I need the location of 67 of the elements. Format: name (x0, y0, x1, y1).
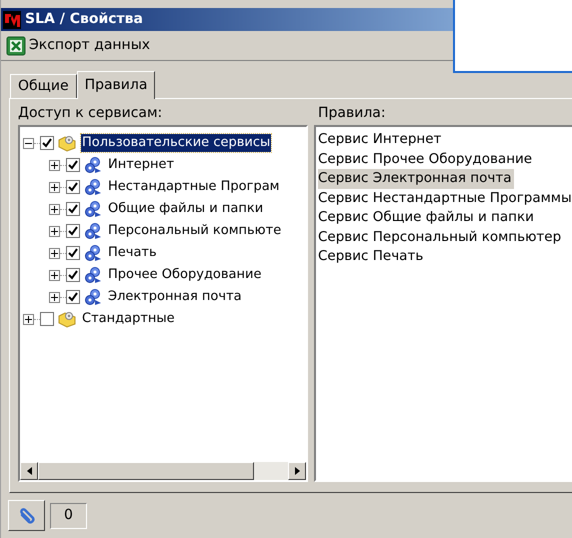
rule-item[interactable]: Сервис Прочее Оборудование (318, 150, 534, 169)
rules-label: Правила: (317, 104, 387, 123)
plus-icon (51, 250, 58, 256)
gears-icon (84, 200, 102, 218)
plus-icon (51, 184, 58, 190)
checkbox[interactable] (40, 136, 54, 150)
rule-item[interactable]: Сервис Интернет (318, 130, 444, 150)
tree-item[interactable]: Прочее Оборудование (107, 266, 262, 284)
gears-icon (84, 288, 102, 306)
rule-item[interactable]: Сервис Персональный компьютер (318, 228, 564, 247)
scroll-left-button[interactable] (20, 462, 38, 480)
scroll-thumb[interactable] (38, 462, 254, 480)
left-arrow-icon (26, 467, 32, 475)
folder-gear-icon (58, 310, 76, 328)
rule-item[interactable]: Сервис Нестандартные Программы (318, 188, 572, 208)
gears-icon (84, 244, 102, 262)
gears-icon (84, 178, 102, 196)
tab[interactable]: Общие (10, 74, 77, 98)
window-title: SLA / Свойства (25, 10, 143, 29)
gears-icon (84, 266, 102, 284)
app-logo-icon (3, 10, 21, 28)
expand-toggle[interactable] (49, 270, 60, 280)
export-button[interactable]: Экспорт данных (6, 35, 150, 56)
horizontal-scrollbar[interactable] (20, 462, 306, 480)
plus-icon (25, 316, 32, 322)
checkbox[interactable] (66, 290, 80, 304)
rule-item[interactable]: Сервис Печать (318, 247, 426, 266)
gears-icon (84, 222, 102, 240)
tree-item[interactable]: Общие файлы и папки (107, 200, 264, 218)
tree-item[interactable]: Стандартные (81, 310, 176, 328)
expand-toggle[interactable] (49, 292, 60, 302)
checkbox[interactable] (66, 268, 80, 282)
rule-item[interactable]: Сервис Общие файлы и папки (318, 208, 536, 228)
checkbox[interactable] (66, 158, 80, 172)
tree-item[interactable]: Персональный компьюте (107, 222, 282, 240)
plus-icon (51, 294, 58, 300)
checkbox[interactable] (40, 312, 54, 326)
tab[interactable]: Правила (76, 71, 156, 99)
checkbox[interactable] (66, 180, 80, 194)
plus-icon (51, 228, 58, 234)
folder-gear-icon (58, 134, 76, 152)
attachments-button[interactable] (8, 500, 45, 531)
plus-icon (51, 272, 58, 278)
tree-item[interactable]: Интернет (107, 156, 176, 174)
tree-item[interactable]: Печать (107, 244, 158, 262)
tree-item[interactable]: Нестандартные Програм (107, 178, 280, 196)
expand-toggle[interactable] (49, 204, 60, 214)
plus-icon (51, 206, 58, 212)
rule-item[interactable]: Сервис Электронная почта (318, 169, 514, 188)
tree-item[interactable]: Электронная почта (107, 288, 243, 306)
attachments-count: 0 (50, 502, 87, 528)
expand-toggle[interactable] (49, 160, 60, 170)
expand-toggle[interactable] (23, 314, 34, 324)
checkbox[interactable] (66, 202, 80, 216)
scroll-right-button[interactable] (288, 462, 306, 480)
expand-toggle[interactable] (49, 248, 60, 258)
expand-toggle[interactable] (49, 182, 60, 192)
checkbox[interactable] (66, 224, 80, 238)
right-arrow-icon (294, 467, 300, 475)
spreadsheet-icon (6, 36, 26, 56)
tree-item[interactable]: Пользовательские сервисы (81, 134, 272, 152)
checkbox[interactable] (66, 246, 80, 260)
plus-icon (51, 162, 58, 168)
access-label: Доступ к сервисам: (18, 104, 164, 123)
collapse-toggle[interactable] (23, 138, 34, 148)
expand-toggle[interactable] (49, 226, 60, 236)
gears-icon (84, 156, 102, 174)
